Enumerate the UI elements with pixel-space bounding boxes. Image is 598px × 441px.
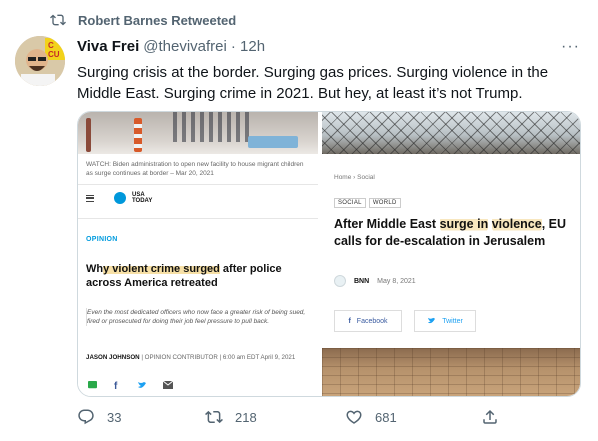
share-row: f [88, 380, 173, 390]
hamburger-icon [86, 194, 94, 202]
retweet-label: Robert Barnes Retweeted [78, 12, 237, 28]
photo-caption: WATCH: Biden administration to open new … [86, 161, 304, 177]
twitter-label: Twitter [442, 317, 463, 325]
reply-count: 33 [107, 409, 122, 425]
email-icon[interactable] [163, 381, 173, 389]
headline-highlight: violence [491, 217, 542, 231]
twitter-share-button[interactable]: Twitter [414, 310, 476, 332]
bnn-logo-icon [334, 275, 346, 287]
author-name[interactable]: Viva Frei [77, 38, 139, 55]
crowd [173, 112, 253, 142]
more-options-icon[interactable]: ··· [561, 38, 580, 56]
share-button[interactable] [481, 408, 499, 426]
heart-icon [346, 410, 362, 424]
byline-author: JASON JOHNSON [86, 354, 140, 361]
tweet-actions: 33 218 681 [77, 408, 507, 426]
article-headline: Why violent crime surged after police ac… [86, 262, 314, 290]
tag-world: WORLD [368, 198, 401, 208]
share-icon [483, 409, 497, 424]
facebook-share-button[interactable]: f Facebook [334, 310, 402, 332]
twitter-icon[interactable] [137, 381, 147, 390]
article-tags: SOCIAL WORLD [334, 198, 401, 208]
avatar[interactable]: C CU [15, 36, 65, 86]
breadcrumb: Home › Social [334, 174, 375, 181]
facebook-label: Facebook [356, 317, 388, 325]
byline: JASON JOHNSON | OPINION CONTRIBUTOR | 6:… [86, 353, 311, 362]
tweet-media[interactable]: WATCH: Biden administration to open new … [77, 111, 581, 397]
usatoday-screenshot[interactable]: WATCH: Biden administration to open new … [78, 112, 318, 396]
reply-button[interactable]: 33 [77, 408, 205, 426]
retweet-context[interactable]: Robert Barnes Retweeted [50, 12, 236, 28]
tag-social: SOCIAL [334, 198, 366, 208]
headline-part: After Middle East [334, 217, 440, 231]
chain-link-fence [322, 112, 580, 154]
source-name: BNN [354, 277, 370, 285]
retweet-count: 218 [235, 409, 257, 425]
usatoday-wordmark: USA TODAY [132, 192, 152, 204]
share-buttons: f Facebook Twitter [334, 310, 476, 332]
tweet-time[interactable]: · 12h [231, 38, 265, 55]
divider [78, 218, 318, 219]
reply-icon [78, 409, 94, 425]
headline-part: Wh [86, 263, 104, 275]
article-headline: After Middle East surge in violence, EU … [334, 216, 574, 250]
facebook-icon: f [348, 317, 351, 325]
headline-highlight: surge in [439, 217, 489, 231]
retweet-icon [50, 14, 66, 26]
traffic-cone [134, 118, 142, 152]
svg-text:f: f [114, 381, 118, 390]
border-photo [78, 112, 318, 154]
avatar-image: C CU [15, 36, 65, 86]
svg-text:CU: CU [48, 50, 60, 59]
bnn-screenshot[interactable]: Home › Social SOCIAL WORLD After Middle … [322, 112, 580, 396]
article-dek: Even the most dedicated officers who now… [86, 308, 306, 326]
byline-meta: | OPINION CONTRIBUTOR | 6:00 am EDT Apri… [139, 354, 296, 361]
headline-highlight: y violent crime surged [103, 263, 220, 275]
tweet-header: Viva Frei @thevivafrei · 12h [77, 38, 265, 55]
facebook-icon[interactable]: f [113, 380, 121, 390]
traffic-cone [86, 118, 91, 152]
twitter-icon [428, 317, 436, 324]
usatoday-logo: USA TODAY [86, 192, 152, 204]
stone-wall [322, 348, 580, 396]
logo-line2: TODAY [132, 198, 153, 204]
usatoday-dot-icon [114, 192, 126, 204]
author-handle[interactable]: @thevivafrei [143, 38, 227, 55]
retweet-icon [205, 410, 223, 424]
source-row: BNN May 8, 2021 [334, 275, 416, 287]
section-label: OPINION [86, 236, 118, 243]
divider [78, 184, 318, 185]
like-button[interactable]: 681 [345, 408, 481, 426]
svg-text:C: C [48, 41, 54, 50]
article-date: May 8, 2021 [377, 277, 416, 285]
tweet-text: Surging crisis at the border. Surging ga… [77, 64, 549, 102]
retweet-button[interactable]: 218 [205, 408, 345, 426]
like-count: 681 [375, 409, 397, 425]
message-icon[interactable] [88, 380, 97, 390]
sign [248, 136, 298, 148]
